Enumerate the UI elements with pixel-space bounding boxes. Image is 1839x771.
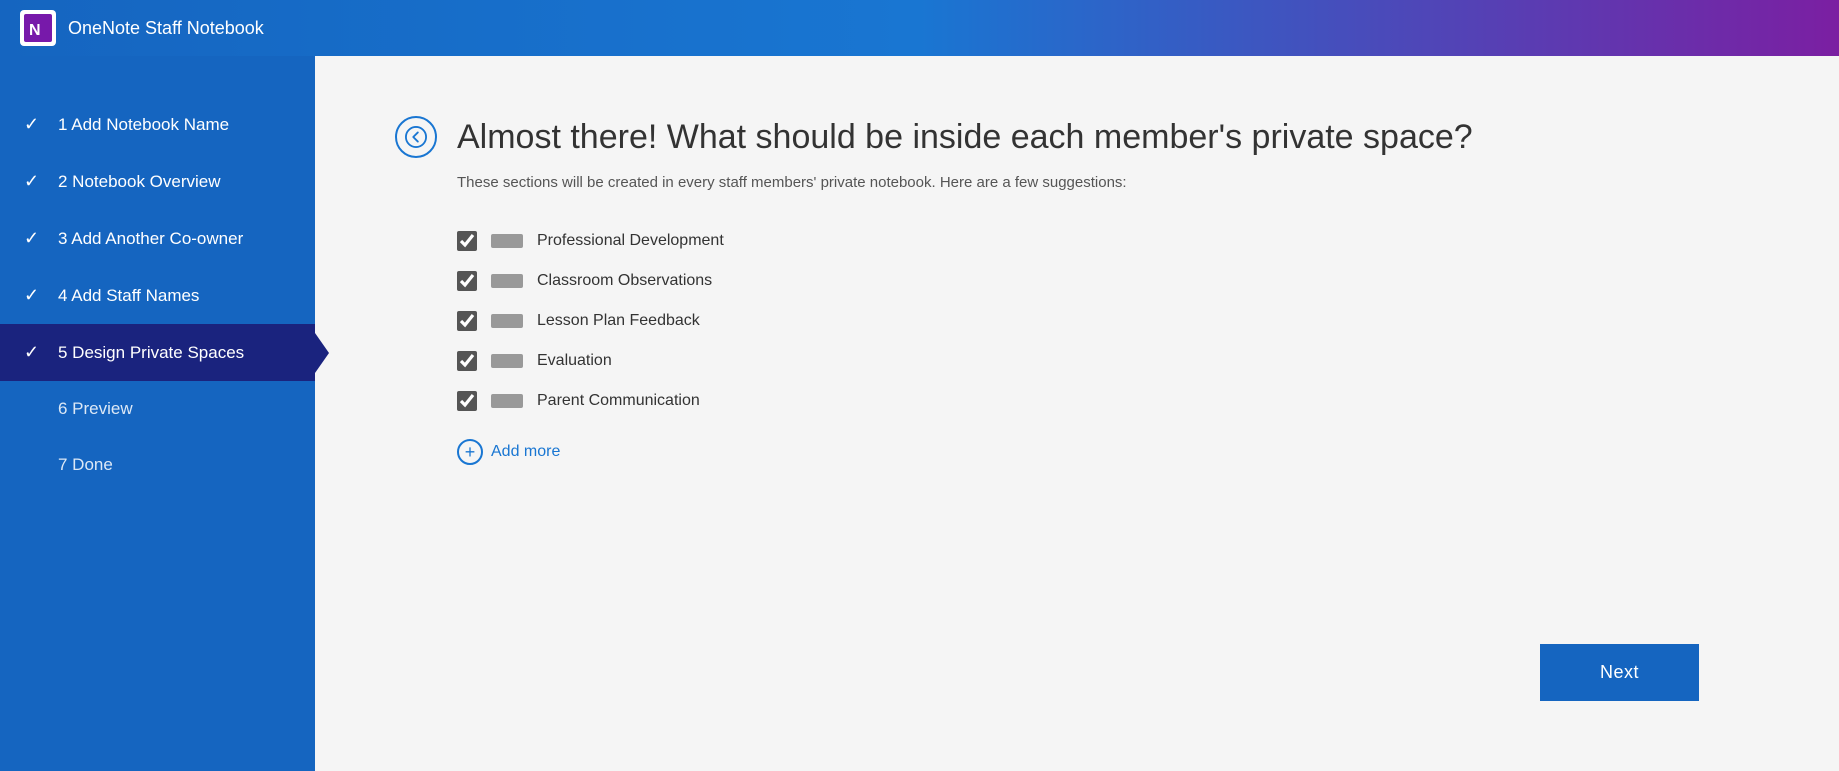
sidebar-label-step4: 4 Add Staff Names [58,286,199,306]
content-area: Almost there! What should be inside each… [315,56,1839,771]
sidebar-check-step1: ✓ [24,114,44,135]
section-tab-icon-sec3 [491,314,523,328]
sidebar-item-step7[interactable]: 7 Done [0,437,315,493]
app-title: OneNote Staff Notebook [68,18,264,39]
sidebar-item-step4[interactable]: ✓ 4 Add Staff Names [0,267,315,324]
app-logo: N [20,10,56,46]
section-tab-icon-sec2 [491,274,523,288]
add-more-icon: + [457,439,483,465]
sidebar-item-step5[interactable]: ✓ 5 Design Private Spaces [0,324,315,381]
add-more-label: Add more [491,443,560,461]
section-checkbox-sec5[interactable] [457,391,477,411]
sidebar-check-step4: ✓ [24,285,44,306]
sidebar-label-step2: 2 Notebook Overview [58,172,221,192]
section-name-sec5: Parent Communication [537,392,700,410]
sections-list: Professional Development Classroom Observ… [457,231,1759,411]
sidebar-item-step3[interactable]: ✓ 3 Add Another Co-owner [0,210,315,267]
sidebar-label-step7: 7 Done [58,455,113,475]
section-item-sec4: Evaluation [457,351,1759,371]
sidebar-item-step6[interactable]: 6 Preview [0,381,315,437]
section-tab-icon-sec4 [491,354,523,368]
sidebar-check-step2: ✓ [24,171,44,192]
sidebar-label-step3: 3 Add Another Co-owner [58,229,243,249]
main-layout: ✓ 1 Add Notebook Name ✓ 2 Notebook Overview… [0,56,1839,771]
sidebar-item-step1[interactable]: ✓ 1 Add Notebook Name [0,96,315,153]
section-item-sec3: Lesson Plan Feedback [457,311,1759,331]
back-button[interactable] [395,116,437,158]
app-header: N OneNote Staff Notebook [0,0,1839,56]
section-item-sec2: Classroom Observations [457,271,1759,291]
sidebar-label-step6: 6 Preview [58,399,133,419]
section-name-sec2: Classroom Observations [537,272,712,290]
sidebar-check-step5: ✓ [24,342,44,363]
svg-text:N: N [29,22,41,39]
add-more-button[interactable]: + Add more [457,439,1759,465]
section-checkbox-sec4[interactable] [457,351,477,371]
sidebar-label-step5: 5 Design Private Spaces [58,343,244,363]
sidebar: ✓ 1 Add Notebook Name ✓ 2 Notebook Overview… [0,56,315,771]
content-header: Almost there! What should be inside each… [395,116,1759,158]
page-title: Almost there! What should be inside each… [457,118,1473,157]
section-checkbox-sec3[interactable] [457,311,477,331]
section-tab-icon-sec5 [491,394,523,408]
back-arrow-icon [405,126,427,148]
footer: Next [395,624,1759,731]
section-name-sec1: Professional Development [537,232,724,250]
section-item-sec1: Professional Development [457,231,1759,251]
section-name-sec3: Lesson Plan Feedback [537,312,700,330]
sidebar-check-step3: ✓ [24,228,44,249]
page-subtitle: These sections will be created in every … [457,174,1759,191]
sidebar-label-step1: 1 Add Notebook Name [58,115,229,135]
section-item-sec5: Parent Communication [457,391,1759,411]
section-name-sec4: Evaluation [537,352,612,370]
onenote-icon: N [24,14,52,42]
section-checkbox-sec1[interactable] [457,231,477,251]
sidebar-item-step2[interactable]: ✓ 2 Notebook Overview [0,153,315,210]
section-checkbox-sec2[interactable] [457,271,477,291]
section-tab-icon-sec1 [491,234,523,248]
next-button[interactable]: Next [1540,644,1699,701]
